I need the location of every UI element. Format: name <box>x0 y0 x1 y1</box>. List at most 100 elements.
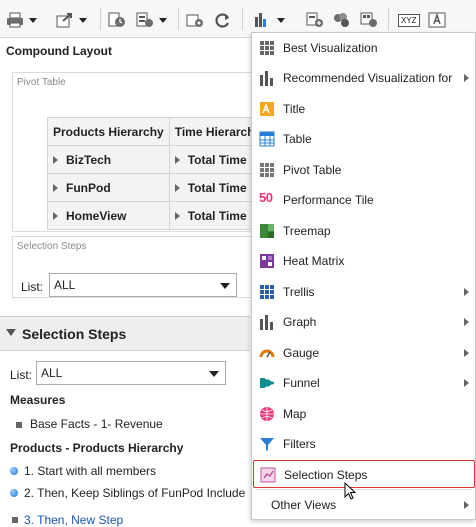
add-group-button[interactable] <box>332 8 350 32</box>
menu-item-gauge[interactable]: Gauge <box>253 339 475 367</box>
sort-button[interactable] <box>136 8 167 32</box>
menu-item-graph[interactable]: Graph <box>253 308 475 336</box>
step-item[interactable]: 1. Start with all members <box>24 464 156 478</box>
steps-list-select[interactable]: ALL <box>36 361 226 385</box>
steps-list-value: ALL <box>41 366 63 380</box>
menu-item-label: Recommended Visualization for <box>283 71 453 85</box>
chevron-down-icon <box>220 283 230 289</box>
list-select[interactable]: ALL <box>49 273 237 297</box>
print-icon <box>7 12 23 28</box>
submenu-arrow-icon <box>464 288 469 296</box>
menu-item-label: Filters <box>283 437 316 451</box>
expand-icon[interactable] <box>53 184 58 193</box>
pivot-table-view: Pivot Table Products Hierarchy Time Hier… <box>12 72 261 232</box>
table-row: BizTech Total Time <box>47 145 261 174</box>
row-time-cell[interactable]: Total Time <box>168 201 261 230</box>
list-select-value: ALL <box>54 278 76 292</box>
new-view-menu: Best Visualization Recommended Visualiza… <box>251 32 476 520</box>
menu-item-label: Graph <box>283 315 317 329</box>
measure-item: Base Facts - 1- Revenue <box>30 417 163 431</box>
selection-steps-view: Selection Steps List: ALL <box>12 236 252 298</box>
text-edit-button[interactable] <box>428 8 446 32</box>
submenu-arrow-icon <box>464 501 469 509</box>
menu-item-label: Best Visualization <box>283 41 378 55</box>
properties-icon <box>186 14 203 27</box>
menu-item-map[interactable]: Map <box>253 400 475 428</box>
bullet-icon <box>12 517 18 523</box>
menu-item-heat-matrix[interactable]: Heat Matrix <box>253 247 475 275</box>
expand-icon[interactable] <box>174 184 180 193</box>
xyz-button[interactable]: XYZ <box>398 8 420 32</box>
funnel-icon <box>260 378 274 388</box>
measures-heading: Measures <box>10 393 66 407</box>
mouse-cursor-icon <box>344 482 357 500</box>
table-icon <box>259 131 275 147</box>
menu-item-label: Performance Tile <box>283 193 374 207</box>
expand-icon[interactable] <box>53 156 58 165</box>
add-column-button[interactable] <box>306 8 324 32</box>
pivot-table-icon <box>260 163 274 177</box>
menu-item-treemap[interactable]: Treemap <box>253 217 475 245</box>
menu-item-label: Trellis <box>283 285 315 299</box>
compound-layout-title: Compound Layout <box>6 44 112 58</box>
menu-item-label: Treemap <box>283 224 331 238</box>
menu-item-title[interactable]: Title <box>253 95 475 123</box>
table-row: FunPod Total Time <box>47 173 261 202</box>
row-product-cell[interactable]: BizTech <box>47 145 170 174</box>
menu-item-selection-steps[interactable]: Selection Steps <box>253 460 475 488</box>
menu-item-table[interactable]: Table <box>253 125 475 153</box>
add-calc-button[interactable] <box>360 8 378 32</box>
menu-item-performance-tile[interactable]: 50 Performance Tile <box>253 186 475 214</box>
menu-item-label: Pivot Table <box>283 163 342 177</box>
menu-item-label: Heat Matrix <box>283 254 345 268</box>
header-products-hierarchy: Products Hierarchy <box>47 117 170 146</box>
expand-icon[interactable] <box>53 212 58 221</box>
properties-button[interactable] <box>186 8 204 32</box>
selection-steps-header[interactable]: Selection Steps <box>0 317 250 351</box>
refresh-icon <box>215 13 229 28</box>
menu-item-label: Map <box>283 407 307 421</box>
row-time-cell[interactable]: Total Time <box>168 145 261 174</box>
submenu-arrow-icon <box>464 349 469 357</box>
add-column-icon <box>306 12 323 27</box>
row-product-cell[interactable]: HomeView <box>47 201 170 230</box>
submenu-arrow-icon <box>464 318 469 326</box>
sort-icon <box>136 12 153 27</box>
row-time-cell[interactable]: Total Time <box>168 173 261 202</box>
refresh-button[interactable] <box>214 8 232 32</box>
products-heading: Products - Products Hierarchy <box>10 441 184 455</box>
menu-item-trellis[interactable]: Trellis <box>253 278 475 306</box>
export-button[interactable] <box>56 8 87 32</box>
menu-item-recommended-visualization[interactable]: Recommended Visualization for <box>253 64 475 92</box>
selection-steps-icon <box>260 467 276 483</box>
selection-steps-title: Selection Steps <box>22 326 127 342</box>
menu-item-other-views[interactable]: Other Views <box>253 491 475 519</box>
new-view-icon <box>255 13 266 27</box>
selection-steps-pane: Selection Steps List: ALL Measures Base … <box>0 316 250 527</box>
expand-icon[interactable] <box>174 156 180 165</box>
header-time-hierarchy: Time Hierarch <box>168 117 261 146</box>
add-group-icon <box>334 13 349 27</box>
collapse-icon[interactable] <box>6 329 16 336</box>
menu-item-label: Other Views <box>271 498 337 512</box>
schedule-button[interactable] <box>108 8 126 32</box>
menu-item-pivot-table[interactable]: Pivot Table <box>253 156 475 184</box>
menu-item-label: Selection Steps <box>284 468 368 482</box>
new-view-button[interactable] <box>254 8 285 32</box>
menu-item-label: Funnel <box>283 376 320 390</box>
menu-item-funnel[interactable]: Funnel <box>253 369 475 397</box>
menu-item-label: Gauge <box>283 346 320 360</box>
step-bullet-icon <box>10 467 18 475</box>
step-bullet-icon <box>10 489 18 497</box>
expand-icon[interactable] <box>174 212 180 221</box>
row-product-cell[interactable]: FunPod <box>47 173 170 202</box>
menu-item-filters[interactable]: Filters <box>253 430 475 458</box>
grid-icon <box>260 41 274 55</box>
step-item[interactable]: 2. Then, Keep Siblings of FunPod Include <box>24 486 250 500</box>
print-button[interactable] <box>6 8 37 32</box>
heat-matrix-icon <box>260 254 274 268</box>
gauge-icon <box>259 349 275 358</box>
menu-item-best-visualization[interactable]: Best Visualization <box>253 34 475 62</box>
new-step-link[interactable]: 3. Then, New Step <box>24 513 123 527</box>
export-icon <box>56 13 72 28</box>
